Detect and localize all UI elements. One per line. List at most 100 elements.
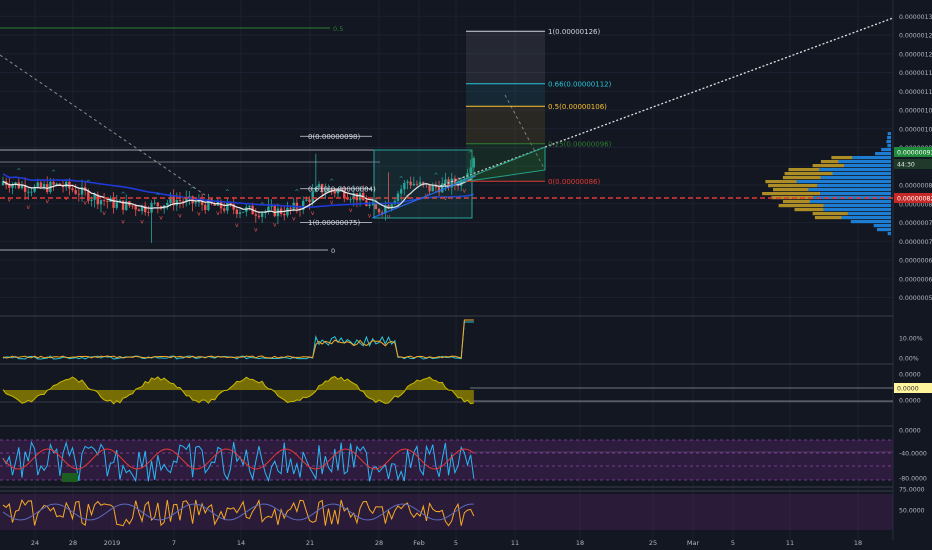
candle xyxy=(115,195,118,210)
price-badge-current: 0.00000093 xyxy=(894,147,932,157)
vp-bar-down xyxy=(762,192,821,196)
candle-body xyxy=(241,211,245,213)
sell-marker: v xyxy=(311,210,315,217)
oscillator-value-badge: 0.0000 xyxy=(894,383,932,393)
candle xyxy=(137,208,141,212)
x-tick-label: 18 xyxy=(854,539,862,547)
y-tick-label: 0.00000085 xyxy=(899,183,932,190)
candle-body xyxy=(74,190,77,194)
candle-body xyxy=(289,207,292,209)
bar-countdown-badge-text: 44:30 xyxy=(897,162,915,169)
candle-body xyxy=(77,193,81,195)
vp-bar-up xyxy=(873,224,891,228)
candle-body xyxy=(93,194,96,200)
vp-bar-down xyxy=(784,172,833,176)
candle-body xyxy=(52,181,55,185)
x-tick-label: 14 xyxy=(237,539,245,547)
candle-body xyxy=(178,200,182,202)
time-axis[interactable]: 24 28 2019 7 14 21 28 Feb 5 11 18 25 Mar 5 11 18 xyxy=(31,539,862,547)
candle xyxy=(106,200,109,209)
candle xyxy=(166,199,169,210)
candle-body xyxy=(257,215,261,217)
fib-zone xyxy=(466,31,545,84)
candle-body xyxy=(226,202,229,211)
vp-bar-down xyxy=(773,188,809,192)
sell-marker: v xyxy=(45,198,49,205)
candle-body xyxy=(166,202,169,206)
candle xyxy=(286,201,289,218)
fib-level-label: 0.66(0.00000112) xyxy=(548,80,612,88)
candle-body xyxy=(99,200,103,205)
y-tick-label: 0.00000130 xyxy=(899,14,932,21)
candle xyxy=(260,211,264,223)
candle xyxy=(245,203,248,217)
candle-body xyxy=(283,213,286,216)
candle-body xyxy=(90,199,93,201)
candle xyxy=(46,176,49,194)
vp-bar-down xyxy=(814,216,842,220)
fib-zone xyxy=(466,83,545,107)
indicator-tick-label: 50.0000 xyxy=(899,508,925,515)
candle-body xyxy=(30,191,33,193)
y-tick-label: 0.00000110 xyxy=(899,89,932,96)
candle-body xyxy=(153,202,156,204)
fib-left-label: 0(0.00000098) xyxy=(308,133,360,141)
fib-level-label: 1(0.00000126) xyxy=(548,28,600,36)
candle-body xyxy=(235,209,239,214)
x-tick-label: Feb xyxy=(413,539,425,547)
candle-body xyxy=(156,202,160,207)
fib-left-label: 0.618(0.00000084) xyxy=(308,185,376,193)
sell-marker: v xyxy=(102,210,106,217)
candle xyxy=(346,193,349,201)
candle-body xyxy=(175,200,178,206)
vp-bar-up xyxy=(796,180,891,184)
fib-retracement-right[interactable]: 1(0.00000126) 0.66(0.00000112) 0.5(0.00000… xyxy=(466,28,612,186)
buy-marker: ^ xyxy=(294,189,299,196)
vp-bar-up xyxy=(809,200,891,204)
candle xyxy=(273,204,276,218)
indicator-tick-label: 75.0000 xyxy=(899,487,925,494)
price-badge-marked: 0.00000082 xyxy=(894,193,932,203)
bottom-level-label: 0 xyxy=(331,247,335,255)
sell-marker: v xyxy=(368,212,372,219)
y-tick-label: 0.00000120 xyxy=(899,51,932,58)
candle-body xyxy=(36,182,39,187)
indicator-line xyxy=(2,319,474,359)
indicator-line xyxy=(2,321,474,360)
candle xyxy=(264,209,267,219)
vp-bar-up xyxy=(877,228,891,232)
trading-chart[interactable]: vvvvvvvvvvvvvvvvvvvvvvvvv^^^^^^^^^^^^^^ … xyxy=(0,0,932,550)
price-axis[interactable]: 0.00000130 0.00000125 0.00000120 0.00000115… xyxy=(899,14,932,515)
candle-body xyxy=(223,208,226,211)
candle-body xyxy=(39,182,43,188)
vp-bar-up xyxy=(820,176,891,180)
candle-body xyxy=(102,200,106,202)
candle-body xyxy=(305,199,308,201)
candle-body xyxy=(308,199,311,203)
candle xyxy=(109,195,112,203)
buy-marker: ^ xyxy=(16,168,21,175)
candle xyxy=(150,200,153,243)
candle xyxy=(77,187,81,202)
indicator-tick-label: -40.0000 xyxy=(899,451,927,458)
indicator-tick-label: 0.00% xyxy=(899,356,919,363)
vp-bar-up xyxy=(817,184,891,188)
y-tick-label: 0.00000115 xyxy=(899,70,932,77)
vp-bar-up xyxy=(820,192,891,196)
y-tick-label: 0.00000065 xyxy=(899,258,932,265)
candle-body xyxy=(254,214,257,216)
vp-bar-down xyxy=(782,176,821,180)
candle-body xyxy=(355,193,359,201)
y-tick-label: 0.00000105 xyxy=(899,108,932,115)
candle xyxy=(42,181,46,191)
vp-bar-up xyxy=(886,140,891,144)
candle xyxy=(128,200,131,209)
y-tick-label: 0.00000125 xyxy=(899,33,932,40)
candle-body xyxy=(286,207,289,216)
sell-marker: v xyxy=(235,222,239,229)
rsi-band xyxy=(0,440,893,480)
candle xyxy=(17,176,20,190)
vp-bar-up xyxy=(850,220,891,224)
candle xyxy=(305,196,308,202)
indicator-pane-volatility xyxy=(2,319,474,360)
